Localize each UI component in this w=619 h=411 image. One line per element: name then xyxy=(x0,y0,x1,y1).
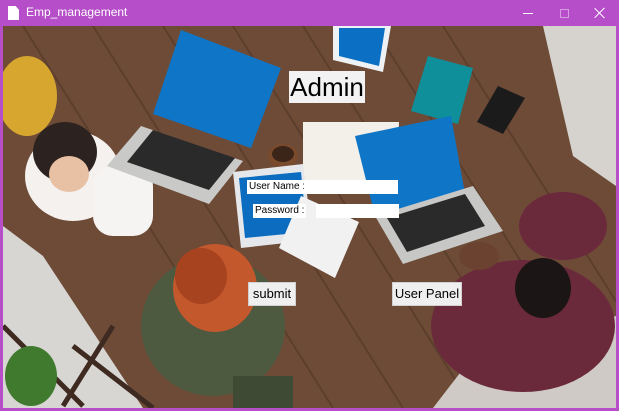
close-icon xyxy=(594,7,606,19)
title-bar[interactable]: Emp_management xyxy=(0,0,619,26)
password-label: Password : xyxy=(253,204,307,218)
maximize-icon xyxy=(559,8,569,18)
window-title: Emp_management xyxy=(26,5,128,19)
app-window: Emp_management Admin User Name: Passwor… xyxy=(0,0,619,411)
page-title: Admin xyxy=(289,71,365,103)
username-field[interactable] xyxy=(304,180,398,194)
submit-button[interactable]: submit xyxy=(248,282,296,306)
maximize-button[interactable] xyxy=(546,0,582,26)
close-button[interactable] xyxy=(582,0,618,26)
minimize-button[interactable] xyxy=(510,0,546,26)
minimize-icon xyxy=(523,12,533,14)
app-document-icon xyxy=(8,6,19,20)
client-area: Admin User Name : Password : submit User… xyxy=(3,26,616,408)
username-label: User Name : xyxy=(247,180,308,194)
password-field[interactable] xyxy=(316,204,399,218)
user-panel-button[interactable]: User Panel xyxy=(392,282,462,306)
